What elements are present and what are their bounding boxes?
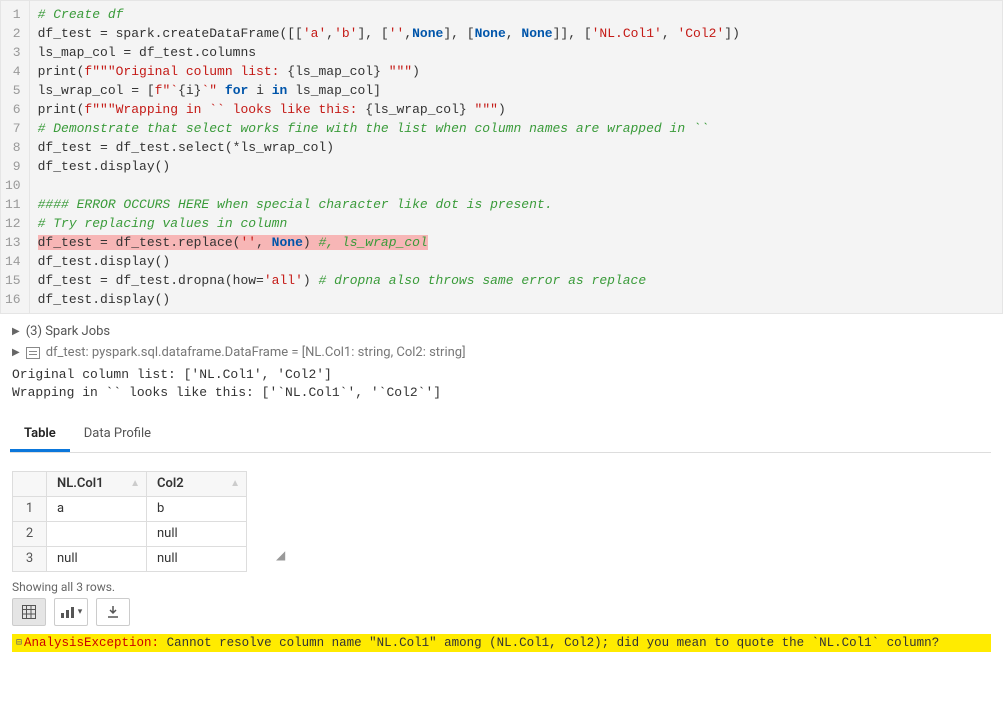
- cell: null: [147, 547, 247, 572]
- collapse-icon[interactable]: ⊟: [16, 637, 22, 649]
- code-line[interactable]: ls_map_col = df_test.columns: [38, 43, 994, 62]
- code-line[interactable]: # Demonstrate that select works fine wit…: [38, 119, 994, 138]
- cell: a: [47, 497, 147, 522]
- row-number: 3: [13, 547, 47, 572]
- cell: [47, 522, 147, 547]
- cell: null: [147, 522, 247, 547]
- grid-icon: [22, 605, 36, 619]
- expand-icon[interactable]: ▶: [12, 347, 20, 358]
- error-message: ⊟ AnalysisException: Cannot resolve colu…: [12, 634, 991, 652]
- code-line[interactable]: df_test.display(): [38, 252, 994, 271]
- code-line[interactable]: df_test.display(): [38, 290, 994, 309]
- rownum-header: [13, 472, 47, 497]
- line-gutter: 12345678910111213141516: [1, 1, 30, 313]
- expand-icon[interactable]: ▶: [12, 326, 20, 337]
- row-count-label: Showing all 3 rows.: [12, 572, 991, 598]
- code-line[interactable]: print(f"""Wrapping in `` looks like this…: [38, 100, 994, 119]
- output-tabs: Table Data Profile: [10, 418, 991, 453]
- chart-view-button[interactable]: ▾: [54, 598, 88, 626]
- cell-output: ▶ (3) Spark Jobs ▶ df_test: pyspark.sql.…: [0, 314, 1003, 652]
- download-icon: [106, 605, 120, 619]
- download-button[interactable]: [96, 598, 130, 626]
- column-header-label: Col2: [157, 476, 184, 491]
- schema-text: df_test: pyspark.sql.dataframe.DataFrame…: [46, 345, 466, 360]
- code-line[interactable]: print(f"""Original column list: {ls_map_…: [38, 62, 994, 81]
- code-line[interactable]: # Try replacing values in column: [38, 214, 994, 233]
- code-line[interactable]: df_test = spark.createDataFrame([['a','b…: [38, 24, 994, 43]
- stdout-line: Wrapping in `` looks like this: ['`NL.Co…: [12, 384, 991, 402]
- output-toolbar: ▾ ◢: [12, 598, 991, 626]
- table-icon: [26, 347, 40, 359]
- schema-row[interactable]: ▶ df_test: pyspark.sql.dataframe.DataFra…: [12, 345, 991, 360]
- cell: null: [47, 547, 147, 572]
- bar-chart-icon: [60, 605, 76, 619]
- table-row[interactable]: 3nullnull: [13, 547, 247, 572]
- stdout-line: Original column list: ['NL.Col1', 'Col2'…: [12, 366, 991, 384]
- result-table: NL.Col1 ▲ Col2 ▲ 1ab2null3nullnull: [12, 471, 247, 572]
- column-header[interactable]: Col2 ▲: [147, 472, 247, 497]
- code-line[interactable]: ls_wrap_col = [f"`{i}`" for i in ls_map_…: [38, 81, 994, 100]
- code-line[interactable]: df_test = df_test.replace('', None) #, l…: [38, 233, 994, 252]
- resize-handle-icon[interactable]: ◢: [276, 548, 285, 562]
- code-line[interactable]: df_test.display(): [38, 157, 994, 176]
- tab-data-profile[interactable]: Data Profile: [70, 418, 165, 452]
- error-text: Cannot resolve column name "NL.Col1" amo…: [159, 636, 939, 650]
- spark-jobs-row[interactable]: ▶ (3) Spark Jobs: [12, 324, 991, 339]
- column-header-label: NL.Col1: [57, 476, 104, 491]
- code-line[interactable]: # Create df: [38, 5, 994, 24]
- spark-jobs-label: (3) Spark Jobs: [26, 324, 110, 339]
- cell: b: [147, 497, 247, 522]
- error-type: AnalysisException:: [24, 636, 159, 650]
- code-line[interactable]: #### ERROR OCCURS HERE when special char…: [38, 195, 994, 214]
- column-header[interactable]: NL.Col1 ▲: [47, 472, 147, 497]
- code-line[interactable]: df_test = df_test.select(*ls_wrap_col): [38, 138, 994, 157]
- table-view-button[interactable]: [12, 598, 46, 626]
- sort-icon[interactable]: ▲: [130, 476, 140, 492]
- code-line[interactable]: df_test = df_test.dropna(how='all') # dr…: [38, 271, 994, 290]
- row-number: 1: [13, 497, 47, 522]
- code-lines[interactable]: # Create dfdf_test = spark.createDataFra…: [30, 1, 1002, 313]
- tab-table[interactable]: Table: [10, 418, 70, 452]
- chevron-down-icon: ▾: [78, 607, 83, 617]
- table-row[interactable]: 2 null: [13, 522, 247, 547]
- row-number: 2: [13, 522, 47, 547]
- code-editor[interactable]: 12345678910111213141516 # Create dfdf_te…: [0, 0, 1003, 314]
- code-line[interactable]: [38, 176, 994, 195]
- sort-icon[interactable]: ▲: [230, 476, 240, 492]
- table-row[interactable]: 1ab: [13, 497, 247, 522]
